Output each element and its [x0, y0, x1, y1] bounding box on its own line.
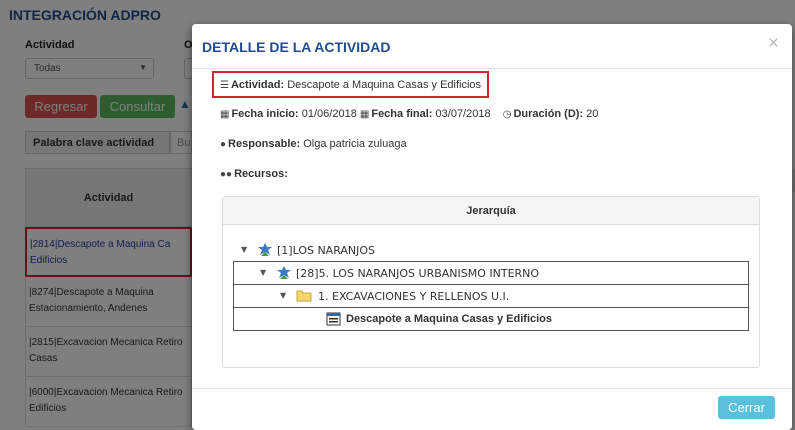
- tree-node-label: [28]5. LOS NARANJOS URBANISMO INTERNO: [296, 267, 540, 280]
- activity-label: Actividad:: [230, 79, 285, 91]
- resources-row: ●● Recursos:: [220, 168, 288, 180]
- start-date-value: 01/06/2018: [301, 108, 357, 120]
- user-icon: ●: [220, 139, 227, 150]
- activity-value: Descapote a Maquina Casas y Edificios: [287, 79, 482, 91]
- modal-body: ☰ Actividad: Descapote a Maquina Casas y …: [192, 69, 792, 389]
- activity-detail-modal: DETALLE DE LA ACTIVIDAD × ☰ Actividad: De…: [192, 24, 792, 430]
- tree-node-level-3[interactable]: ▼ 1. EXCAVACIONES Y RELLENOS U.I.: [233, 285, 749, 308]
- users-icon: ●●: [220, 169, 233, 180]
- tree-node-label: [1]LOS NARANJOS: [277, 244, 376, 257]
- close-icon[interactable]: ×: [768, 33, 779, 55]
- expand-triangle-icon[interactable]: ▼: [241, 245, 247, 254]
- project-icon: [257, 242, 273, 261]
- activity-name-box: ☰ Actividad: Descapote a Maquina Casas y …: [212, 71, 490, 98]
- duration-label: Duración (D):: [513, 108, 584, 120]
- start-date-label: Fecha inicio:: [231, 108, 299, 120]
- responsible-row: ● Responsable: Olga patricia zuluaga: [220, 138, 407, 150]
- calendar-icon: ▦: [220, 109, 230, 120]
- list-icon: ☰: [220, 80, 229, 91]
- hierarchy-tree: ▼ [1]LOS NARANJOS ▼ [28]5. LOS NARANJOS …: [233, 239, 749, 331]
- project-icon: [276, 265, 292, 284]
- hierarchy-title: Jerarquía: [223, 197, 759, 225]
- hierarchy-panel: Jerarquía ▼ [1]LOS NARANJOS ▼ [28]5. LOS…: [222, 196, 760, 368]
- tree-node-label: 1. EXCAVACIONES Y RELLENOS U.I.: [318, 290, 510, 303]
- responsible-value: Olga patricia zuluaga: [303, 138, 407, 150]
- responsible-label: Responsable:: [228, 138, 301, 150]
- duration-value: 20: [586, 108, 599, 120]
- end-date-label: Fecha final:: [371, 108, 433, 120]
- modal-footer: Cerrar: [192, 388, 792, 430]
- tree-node-level-2[interactable]: ▼ [28]5. LOS NARANJOS URBANISMO INTERNO: [233, 262, 749, 285]
- end-date-value: 03/07/2018: [435, 108, 491, 120]
- task-icon: [326, 312, 341, 329]
- close-button[interactable]: Cerrar: [718, 396, 775, 419]
- calendar-icon: ▦: [359, 109, 370, 120]
- dates-row: ▦ Fecha inicio: 01/06/2018 ▦ Fecha final: …: [220, 108, 598, 120]
- clock-icon: ◷: [502, 109, 512, 120]
- tree-node-level-4[interactable]: Descapote a Maquina Casas y Edificios: [233, 308, 749, 331]
- tree-node-label: Descapote a Maquina Casas y Edificios: [346, 313, 553, 325]
- resources-label: Recursos:: [234, 168, 288, 180]
- expand-triangle-icon[interactable]: ▼: [280, 291, 286, 300]
- modal-title: DETALLE DE LA ACTIVIDAD: [202, 39, 391, 55]
- tree-node-level-1[interactable]: ▼ [1]LOS NARANJOS: [233, 239, 749, 262]
- expand-triangle-icon[interactable]: ▼: [260, 268, 266, 277]
- folder-icon: [296, 289, 312, 305]
- modal-header: DETALLE DE LA ACTIVIDAD ×: [192, 24, 792, 69]
